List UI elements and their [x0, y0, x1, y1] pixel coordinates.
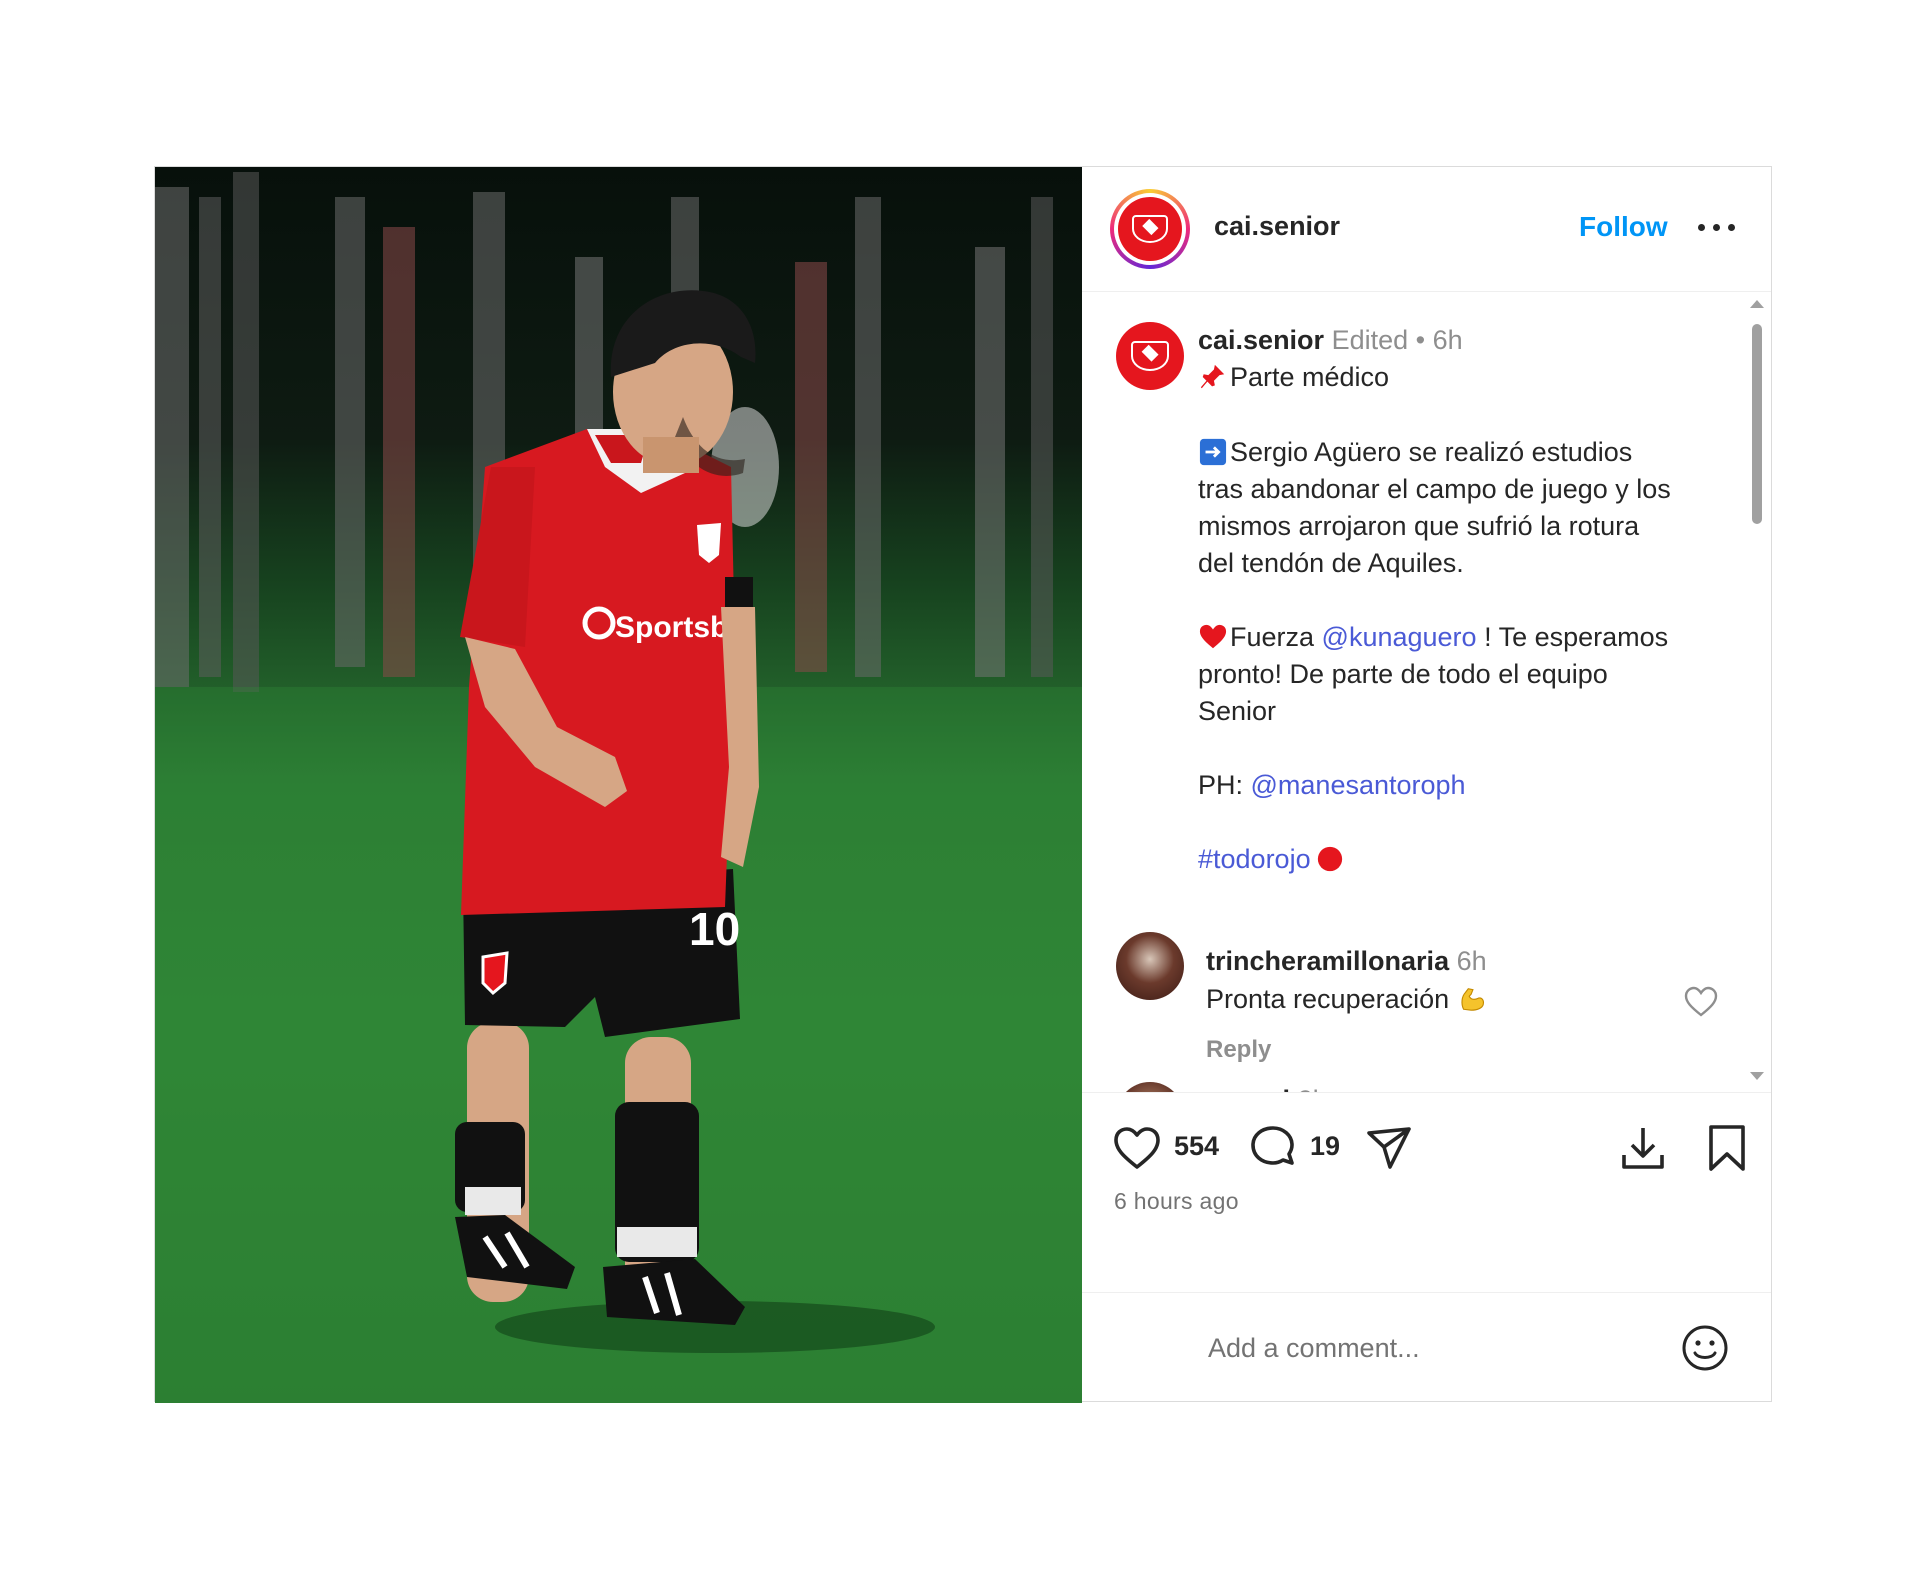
- download-icon[interactable]: [1618, 1123, 1668, 1173]
- reply-link[interactable]: Reply: [1206, 1036, 1271, 1064]
- post-side-panel: cai.senior Follow cai.senior Edited • 6h…: [1082, 167, 1771, 1401]
- dot-separator: •: [1415, 325, 1426, 355]
- caption-line-3: tras abandonar el campo de juego y los: [1198, 474, 1671, 504]
- caption-line-6: Fuerza @kunaguero ! Te esperamos: [1198, 619, 1668, 656]
- author-avatar[interactable]: [1110, 189, 1190, 269]
- caption-photographer: PH: @manesantoroph: [1198, 770, 1466, 800]
- pin-icon: [1200, 364, 1225, 389]
- caption-line-7: pronto! De parte de todo el equipo: [1198, 659, 1608, 689]
- comment-username[interactable]: trincheramillonaria 6h: [1206, 946, 1487, 977]
- share-icon[interactable]: [1364, 1123, 1414, 1173]
- hashtag-link[interactable]: #todorojo: [1198, 844, 1311, 874]
- likes-count[interactable]: 554: [1174, 1131, 1219, 1162]
- comment-icon[interactable]: [1248, 1123, 1298, 1173]
- arrow-right-icon: [1199, 438, 1227, 466]
- heart-icon[interactable]: [1112, 1123, 1162, 1173]
- flexed-biceps-icon: [1461, 988, 1484, 1011]
- post-card: 10 Sportsb cai.senior Follow cai.senior …: [154, 166, 1772, 1403]
- comments-scroll-area[interactable]: cai.senior Edited • 6h Parte médico Serg…: [1082, 292, 1771, 1092]
- caption-line-8: Senior: [1198, 696, 1277, 726]
- svg-text:10: 10: [689, 903, 740, 955]
- post-header: cai.senior Follow: [1082, 167, 1771, 292]
- comment-text: Pronta recuperación: [1206, 984, 1489, 1015]
- comment-time: 2h: [1298, 1085, 1328, 1092]
- player-photo: 10 Sportsb: [155, 172, 1082, 1403]
- caption-time: 6h: [1432, 325, 1463, 355]
- comment-composer: [1082, 1292, 1771, 1401]
- add-comment-input[interactable]: [1206, 1327, 1650, 1369]
- caption-line-2: Sergio Agüero se realizó estudios: [1198, 434, 1632, 471]
- post-time-ago[interactable]: 6 hours ago: [1114, 1188, 1239, 1215]
- caption-hashtag-line: #todorojo: [1198, 841, 1347, 878]
- caption-username[interactable]: cai.senior: [1198, 325, 1324, 355]
- author-username[interactable]: cai.senior: [1214, 211, 1340, 242]
- action-bar: 554 19 6 hours ago: [1082, 1092, 1771, 1293]
- red-circle-icon: [1317, 846, 1342, 872]
- post-photo[interactable]: 10 Sportsb: [155, 167, 1082, 1403]
- caption-line-5: del tendón de Aquiles.: [1198, 548, 1464, 578]
- scroll-thumb[interactable]: [1752, 324, 1762, 524]
- club-crest-icon: [1118, 197, 1182, 261]
- caption-line-4: mismos arrojaron que sufrió la rotura: [1198, 511, 1640, 541]
- scrollbar[interactable]: [1748, 292, 1766, 1092]
- red-heart-icon: [1199, 624, 1227, 649]
- comment-like-heart-icon[interactable]: [1684, 986, 1718, 1018]
- follow-button[interactable]: Follow: [1579, 211, 1668, 243]
- mention-kunaguero[interactable]: @kunaguero: [1322, 622, 1477, 652]
- edited-label: Edited: [1331, 325, 1409, 355]
- comment-username[interactable]: cyncai 2h: [1206, 1085, 1328, 1092]
- mention-manesantoroph[interactable]: @manesantoroph: [1251, 770, 1466, 800]
- more-options-icon[interactable]: [1698, 221, 1738, 235]
- svg-text:Sportsb: Sportsb: [615, 611, 728, 644]
- scroll-down-arrow-icon[interactable]: [1750, 1072, 1764, 1080]
- scroll-up-arrow-icon[interactable]: [1750, 300, 1764, 308]
- commenter-avatar[interactable]: [1116, 1082, 1184, 1092]
- caption-meta: cai.senior Edited • 6h: [1198, 322, 1463, 359]
- commenter-avatar[interactable]: [1116, 932, 1184, 1000]
- smiley-icon[interactable]: [1680, 1323, 1730, 1373]
- comments-count[interactable]: 19: [1310, 1131, 1340, 1162]
- comment-time: 6h: [1456, 946, 1487, 976]
- bookmark-icon[interactable]: [1702, 1123, 1752, 1173]
- caption-line-1: Parte médico: [1198, 359, 1389, 396]
- caption-avatar[interactable]: [1116, 322, 1184, 390]
